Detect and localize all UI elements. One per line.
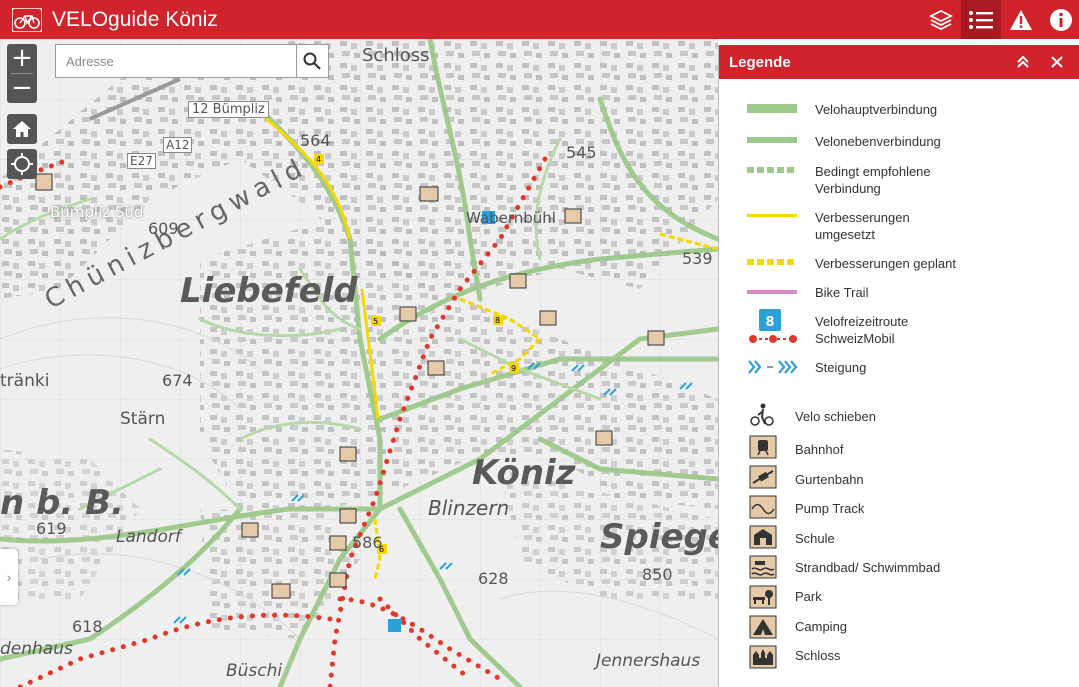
place-label-spiegel: Spiegel [600,517,718,557]
height-674: 674 [162,371,193,390]
legend-label-bedingt-empfohlen: Bedingt empfohlene Verbindung [815,164,931,196]
app-title: VELOguide Köniz [52,7,218,31]
height-545: 545 [566,143,597,162]
signpost-label: 12 Bümpliz [188,101,269,118]
road-label-e27: E27 [127,153,156,169]
legend-label-velohauptverbindung: Velohauptverbindung [815,102,938,117]
info-icon [1050,8,1072,31]
height-850: 850 [642,565,673,584]
velohauptverbindung-symbol [747,104,797,113]
schule-icon [749,525,777,549]
place-label-nbb: n b. B. [0,483,124,523]
legend-header: Legende [719,45,1079,79]
place-label-stairn: Stärn [120,409,166,429]
place-label-denhaus: denhaus [0,639,73,659]
search-button[interactable] [295,45,328,77]
double-chevron-up-icon [1017,55,1029,68]
bike-trail-symbol [747,290,797,294]
legend-label-velo-schieben: Velo schieben [795,409,876,424]
layers-button[interactable] [921,0,961,39]
route-marker-4[interactable]: 4 [316,155,321,164]
verbesserungen-umgesetzt-symbol [747,214,797,217]
legend-label-park: Park [795,589,822,604]
height-618: 618 [72,617,103,636]
legend-label-verbesserungen-umgesetzt: Verbesserungen umgesetzt [815,210,910,242]
close-icon [1051,56,1063,68]
place-label-wabernbuhl: Wabernbühl [466,209,556,227]
height-609: 609 [148,219,179,238]
legend-label-schule: Schule [795,531,835,546]
zoom-control: + − [7,44,37,103]
home-button[interactable] [7,114,37,144]
map-background [0,39,718,687]
legend-label-gurtenbahn: Gurtenbahn [795,472,864,487]
place-label-buschi: Büschi [226,661,283,681]
chevron-right-icon: › [6,569,12,585]
route-marker-8[interactable]: 8 [495,316,500,325]
velonebenverbindung-symbol [747,137,797,143]
schweizmobil-symbol: 8 [749,309,797,343]
legend-label-strandbad: Strandbad/ Schwimmbad [795,560,941,575]
legend-panel: Legende 8 Velohauptverbindung Velonebenv [718,45,1079,687]
place-label-schloss: Schloss [362,45,430,66]
place-label-liebefeld: Liebefeld [180,271,358,311]
height-564: 564 [300,131,331,150]
address-search [55,44,329,78]
road-label-a12: A12 [163,137,193,153]
warning-button[interactable] [1001,0,1041,39]
pump-track-icon [749,495,777,519]
close-legend-button[interactable] [1043,45,1071,79]
warning-icon [1010,9,1032,30]
place-label-jennershaus: Jennershaus [596,651,701,671]
legend-label-bahnhof: Bahnhof [795,442,844,457]
legend-label-verbesserungen-geplant: Verbesserungen geplant [815,256,956,271]
map-canvas[interactable]: 4 5 6 8 9 Liebefeld Köniz Spiegel n b. B… [0,39,718,687]
place-label-blinzern: Blinzern [428,496,510,520]
place-label-tranki: tränki [0,371,50,391]
side-panel-toggle[interactable]: › [0,549,18,605]
height-539: 539 [682,249,713,268]
info-button[interactable] [1041,0,1079,39]
route-marker-5[interactable]: 5 [373,317,378,326]
place-label-koniz: Köniz [472,453,576,493]
height-586: 586 [352,533,383,552]
place-label-landorf: Landorf [116,527,181,547]
zoom-out-button[interactable]: − [7,74,37,103]
list-icon [969,10,993,29]
bedingt-empfohlen-symbol [747,167,797,173]
legend-label-camping: Camping [795,619,848,634]
route-marker-9[interactable]: 9 [511,364,516,373]
crosshair-icon [11,153,33,175]
legend-button[interactable] [961,0,1001,39]
search-icon [303,52,322,70]
address-search-input[interactable] [56,45,296,77]
legend-label-schweizmobil: Velofreizeitroute SchweizMobil [815,314,909,346]
legend-label-velonebenverbindung: Velonebenverbindung [815,134,941,149]
legend-label-steigung: Steigung [815,360,867,375]
height-619: 619 [36,519,67,538]
gurtenbahn-icon [749,465,777,489]
legend-label-bike-trail: Bike Trail [815,285,869,300]
svg-text:8: 8 [765,315,774,330]
zoom-in-button[interactable]: + [7,44,37,73]
bahnhof-icon [749,435,777,459]
place-label-bumpliz-sud: Bümpliz Süd [50,203,144,221]
verbesserungen-geplant-symbol [747,259,797,265]
strandbad-icon [749,555,777,579]
schloss-icon [749,645,777,669]
velo-schieben-icon [750,403,774,426]
height-628: 628 [478,569,509,588]
legend-title: Legende [729,53,791,71]
home-icon [13,121,31,137]
park-icon [749,585,777,609]
camping-icon [749,615,777,639]
layers-icon [929,9,953,30]
legend-label-pump-track: Pump Track [795,501,865,516]
legend-label-schloss: Schloss [795,648,841,663]
app-header: VELOguide Köniz [0,0,1079,39]
locate-button[interactable] [7,149,37,179]
bicycle-logo-icon [12,7,42,32]
steigung-symbol [748,360,798,374]
collapse-legend-button[interactable] [1009,45,1037,79]
